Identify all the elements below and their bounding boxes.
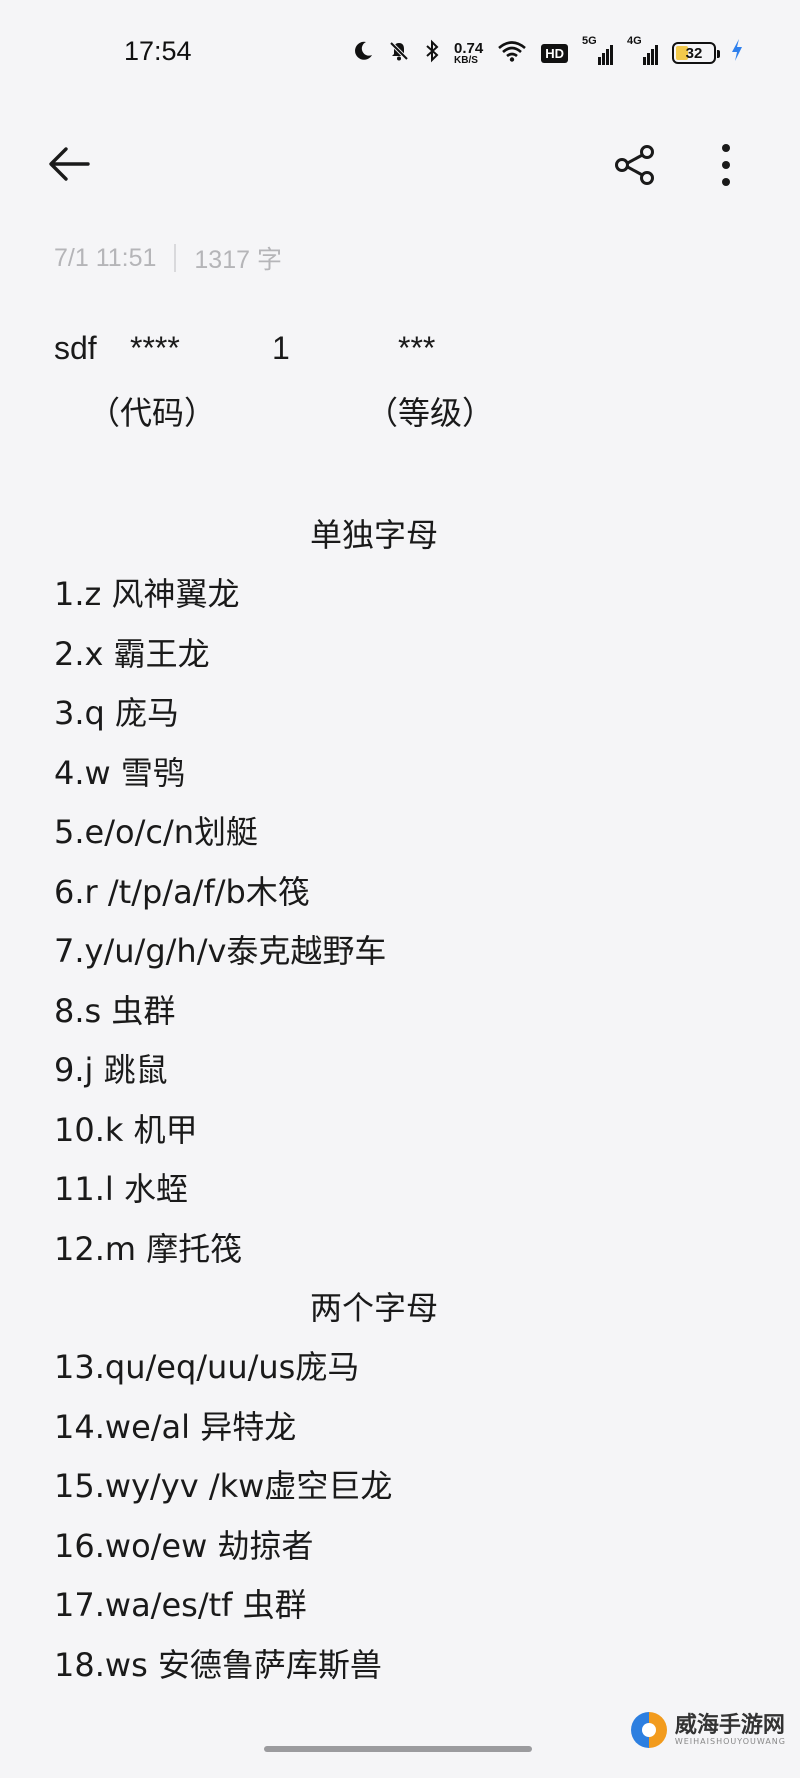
sim2-generation: 4G [627, 35, 642, 47]
share-button[interactable] [612, 142, 658, 188]
section-single-letters: 单独字母 [309, 516, 438, 554]
section-double-letters: 两个字母 [309, 1289, 438, 1327]
note-datetime: 7/1 11:51 [54, 243, 157, 272]
note-body[interactable]: sdf **** 1 *** （代码） （等级） 单独字母 1.z 风神翼龙 2… [54, 330, 754, 1695]
list-item: 16.wo/ew 劫掠者 [54, 1526, 314, 1565]
watermark-text: 威海手游网 WEIHAISHOUYOUWANG [674, 1712, 786, 1747]
signal-sim1-icon: 5G [582, 35, 613, 65]
network-speed: 0.74 KB/S [454, 41, 483, 66]
watermark-en: WEIHAISHOUYOUWANG [674, 1736, 786, 1746]
status-time: 17:54 [124, 36, 192, 66]
toolbar [0, 130, 800, 200]
battery-level: 32 [685, 44, 703, 62]
share-icon [615, 145, 654, 185]
more-vertical-icon [722, 144, 730, 186]
watermark: 威海手游网 WEIHAISHOUYOUWANG [630, 1712, 786, 1748]
header-sdf: sdf [54, 330, 97, 366]
list-item: 3.q 庞马 [54, 694, 180, 732]
meta-divider [174, 244, 177, 272]
list-item: 1.z 风神翼龙 [54, 575, 240, 613]
wifi-icon [497, 40, 527, 67]
moon-icon [352, 40, 374, 67]
list-item: 18.ws 安德鲁萨库斯兽 [54, 1645, 382, 1684]
bluetooth-icon [424, 39, 440, 68]
note-header-row: sdf **** 1 *** [54, 330, 754, 388]
single-letter-list: 1.z 风神翼龙 2.x 霸王龙 3.q 庞马 4.w 雪鸮 5.e/o/c/n… [54, 565, 754, 1279]
list-item: 2.x 霸王龙 [54, 634, 210, 673]
sim1-generation: 5G [582, 35, 597, 47]
back-button[interactable] [44, 142, 94, 186]
list-item: 9.j 跳鼠 [54, 1051, 168, 1089]
label-code: （代码） [88, 394, 217, 432]
status-bar: 17:54 0.74 KB/S HD 5G 4G 32 [0, 0, 800, 100]
list-item: 10.k 机甲 [54, 1110, 198, 1149]
watermark-logo-icon [630, 1712, 667, 1748]
list-item: 5.e/o/c/n划艇 [54, 813, 259, 851]
list-item: 8.s 虫群 [54, 991, 176, 1030]
label-level: （等级） [366, 394, 495, 432]
list-item: 11.l 水蛭 [54, 1170, 188, 1208]
network-speed-value: 0.74 [454, 39, 484, 57]
header-number: 1 [272, 330, 290, 366]
arrow-left-icon [49, 147, 90, 181]
hd-badge: HD [541, 43, 568, 63]
double-letter-list: 13.qu/eq/uu/us庞马 14.we/al 异特龙 15.wy/yv /… [54, 1338, 754, 1695]
list-item: 6.r /t/p/a/f/b木筏 [54, 872, 310, 911]
note-label-row: （代码） （等级） [54, 388, 754, 450]
more-options-button[interactable] [706, 140, 746, 190]
list-item: 17.wa/es/tf 虫群 [54, 1586, 307, 1624]
note-meta: 7/1 11:51 1317 字 [54, 240, 282, 276]
note-word-count: 1317 字 [194, 246, 282, 274]
charging-bolt-icon [730, 38, 744, 68]
network-speed-unit: KB/S [454, 54, 478, 66]
list-item: 7.y/u/g/h/v泰克越野车 [54, 932, 387, 970]
status-icons: 0.74 KB/S HD 5G 4G 32 [352, 35, 744, 70]
list-item: 4.w 雪鸮 [54, 753, 185, 792]
bell-muted-icon [388, 40, 410, 67]
list-item: 15.wy/yv /kw虚空巨龙 [54, 1467, 393, 1505]
list-item: 14.we/al 异特龙 [54, 1407, 297, 1446]
battery-icon: 32 [672, 42, 720, 64]
signal-sim2-icon: 4G [627, 35, 658, 65]
header-level-stars: *** [398, 330, 436, 366]
list-item: 12.m 摩托筏 [54, 1229, 243, 1268]
home-indicator[interactable] [264, 1746, 532, 1752]
header-code-stars: **** [130, 330, 180, 366]
list-item: 13.qu/eq/uu/us庞马 [54, 1348, 360, 1386]
watermark-cn: 威海手游网 [674, 1712, 785, 1738]
